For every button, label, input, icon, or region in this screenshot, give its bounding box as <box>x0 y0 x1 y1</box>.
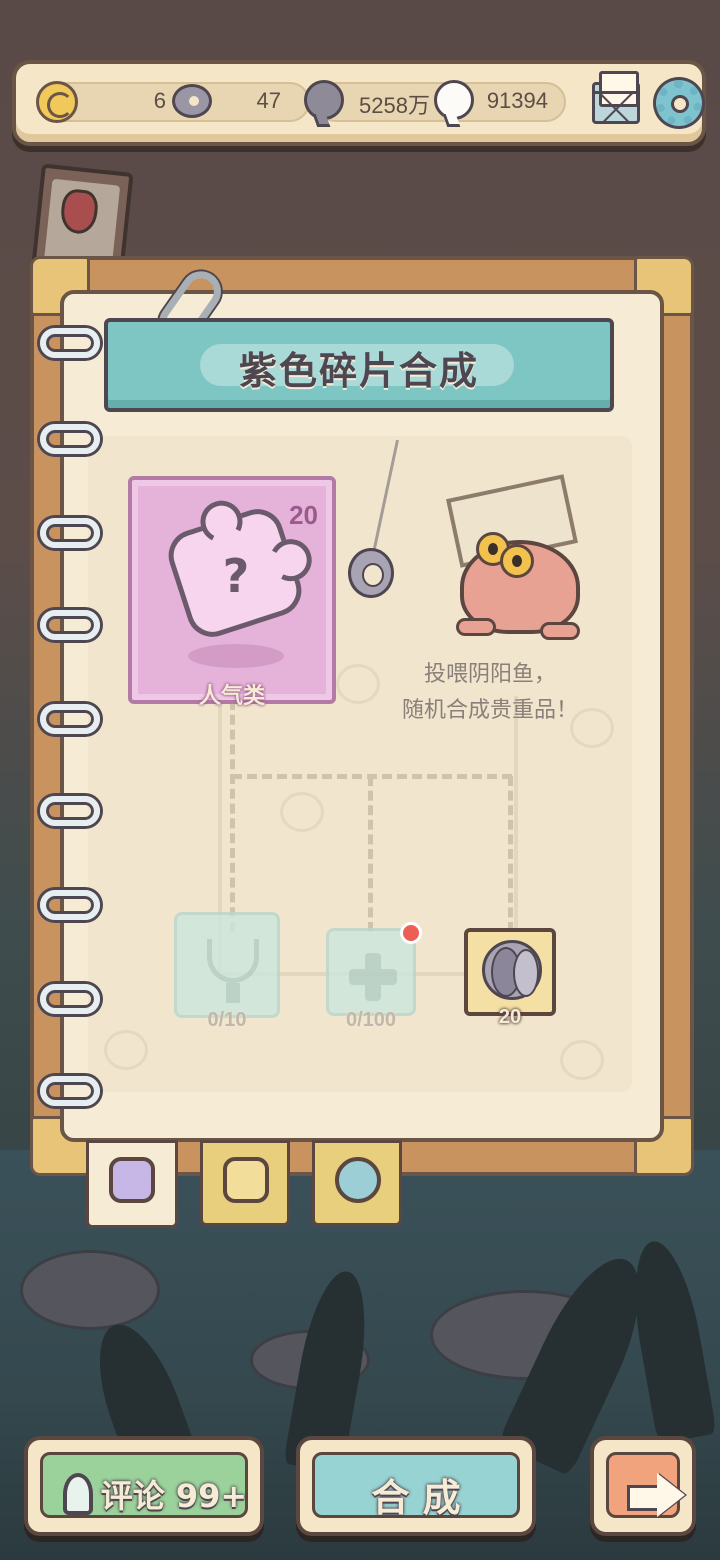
background-rock <box>20 1250 160 1330</box>
binder-ring <box>40 328 100 358</box>
binder-ring <box>40 518 100 548</box>
hint-line-2: 随机合成贵重品！ <box>401 698 578 723</box>
mail-icon[interactable] <box>592 71 640 124</box>
trophy-icon <box>207 939 259 1003</box>
arrow-right-icon <box>627 1473 687 1517</box>
gold-puzzle-icon <box>223 1157 269 1203</box>
yinyang-fish-icon <box>348 548 394 598</box>
title-banner: 紫色碎片合成 <box>104 318 614 412</box>
frog-leg <box>540 622 580 640</box>
binder-ring <box>40 1076 100 1106</box>
synthesize-button[interactable]: 合 成 <box>296 1436 536 1536</box>
yinyang-fish-icon <box>482 940 542 1000</box>
gear-icon[interactable] <box>656 80 702 126</box>
frog-eye <box>500 544 534 578</box>
plus-slot-count: 0/100 <box>345 1009 397 1031</box>
binder-ring <box>40 610 100 640</box>
next-button-face <box>606 1452 680 1518</box>
tree-line <box>230 700 235 932</box>
next-button[interactable] <box>590 1436 696 1536</box>
light-bubble-icon <box>434 80 474 120</box>
page-title: 紫色碎片合成 <box>238 349 479 393</box>
trophy-slot-count: 0/10 <box>207 1009 247 1031</box>
fish-count: 47 <box>256 88 281 113</box>
mystery-puzzle-icon: ? <box>161 502 309 644</box>
purple-puzzle-icon <box>109 1157 155 1203</box>
plus-icon <box>349 953 397 1001</box>
yinyang-count: 6 <box>153 88 166 113</box>
tab-purple-fragments[interactable] <box>86 1140 178 1228</box>
tab-gold-fragments[interactable] <box>200 1140 290 1226</box>
frog-leg <box>456 618 496 636</box>
resource-bar: 6 47 5258万 91394 <box>12 60 706 146</box>
comment-label: 评论 99+ <box>100 1477 248 1515</box>
light-bubble-count: 91394 <box>486 88 548 113</box>
comment-button[interactable]: 评论 99+ <box>24 1436 264 1536</box>
tab-exchange[interactable] <box>312 1140 402 1226</box>
snail-doodle <box>104 1030 148 1070</box>
hint-line-1: 投喂阴阳鱼， <box>423 662 556 687</box>
yinyang-coin-icon[interactable] <box>36 81 78 123</box>
yinyang-fish-slot[interactable]: 20 <box>464 928 556 1028</box>
trophy-slot[interactable]: 0/10 <box>174 912 280 1031</box>
purple-fragment-card[interactable]: 20 ? 人气类 <box>128 476 336 709</box>
notification-dot <box>400 922 422 944</box>
binder-ring <box>40 424 100 454</box>
yinyang-fish-icon <box>172 84 212 118</box>
binder-ring <box>40 890 100 920</box>
binder-ring <box>40 704 100 734</box>
tree-line <box>508 776 513 932</box>
synthesize-label: 合 成 <box>371 1476 461 1520</box>
fish-slot-count: 20 <box>498 1006 522 1028</box>
exchange-icon <box>335 1157 381 1203</box>
synthesize-button-face: 合 成 <box>312 1452 520 1520</box>
binder-ring <box>40 984 100 1014</box>
plus-slot[interactable]: 0/100 <box>326 928 416 1031</box>
question-mark-icon: ? <box>222 548 250 603</box>
tree-line <box>368 776 373 932</box>
snail-doodle <box>560 1040 604 1080</box>
comment-button-face: 评论 99+ <box>40 1452 248 1518</box>
dark-bubble-icon <box>304 80 344 120</box>
dark-bubble-count: 5258万 <box>359 93 430 118</box>
fragment-count: 20 <box>289 500 318 530</box>
puzzle-shadow <box>188 644 284 668</box>
binder-ring <box>40 796 100 826</box>
fragment-category-label: 人气类 <box>198 684 265 709</box>
